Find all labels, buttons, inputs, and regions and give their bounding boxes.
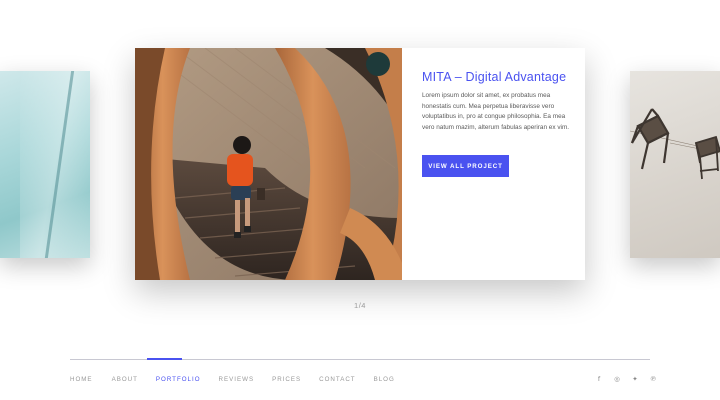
slide-info: MITA – Digital Advantage Lorem ipsum dol… [422, 70, 572, 133]
active-nav-indicator [147, 358, 182, 360]
nav-contact[interactable]: CONTACT [319, 376, 355, 383]
twitter-icon[interactable]: ✦ [626, 375, 644, 383]
spiral-staircase-photo [135, 48, 402, 280]
nav-home[interactable]: HOME [70, 376, 93, 383]
glass-highlight [20, 71, 90, 258]
slide-title: MITA – Digital Advantage [422, 70, 567, 84]
nav-reviews[interactable]: REVIEWS [219, 376, 255, 383]
footer-nav: HOME ABOUT PORTFOLIO REVIEWS PRICES CONT… [70, 376, 413, 383]
view-all-project-button[interactable]: VIEW ALL PROJECT [422, 155, 509, 177]
slide-preview-right[interactable] [630, 71, 720, 258]
social-links: f ◎ ✦ ℗ [590, 375, 662, 383]
nav-about[interactable]: ABOUT [112, 376, 138, 383]
instagram-icon[interactable]: ◎ [608, 375, 626, 383]
nav-portfolio[interactable]: PORTFOLIO [156, 376, 201, 383]
nav-blog[interactable]: BLOG [374, 376, 395, 383]
nav-prices[interactable]: PRICES [272, 376, 301, 383]
slide-preview-left[interactable] [0, 71, 90, 258]
slide-counter: 1/4 [354, 301, 366, 310]
hanging-chairs-image [630, 108, 720, 180]
slide-description: Lorem ipsum dolor sit amet, ex probatus … [422, 92, 570, 131]
facebook-icon[interactable]: f [590, 375, 608, 383]
portfolio-slide-card: MITA – Digital Advantage Lorem ipsum dol… [135, 48, 585, 280]
pinterest-icon[interactable]: ℗ [644, 375, 662, 383]
